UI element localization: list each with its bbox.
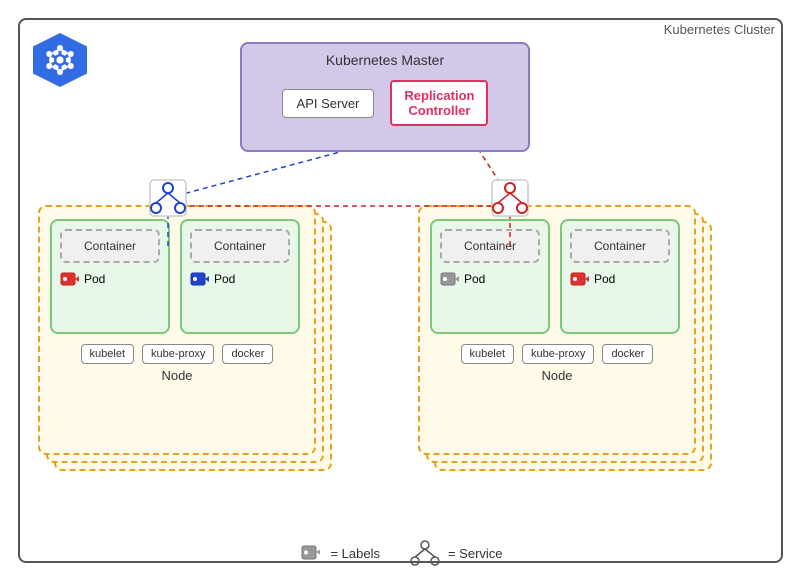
legend-labels-text: = Labels [330, 546, 380, 561]
gray-tag-icon [440, 271, 460, 287]
master-title: Kubernetes Master [242, 44, 528, 68]
right-container-1: Container [440, 229, 540, 263]
legend-labels: = Labels [300, 544, 380, 562]
right-container-2: Container [570, 229, 670, 263]
left-pods-row: Container Pod Conta [50, 219, 304, 334]
left-nodes: Container Pod Conta [38, 205, 348, 485]
legend: = Labels = Service [300, 540, 502, 566]
left-pod-label-2: Pod [190, 271, 290, 287]
left-node-content: Container Pod Conta [38, 205, 316, 455]
left-node-stack: Container Pod Conta [38, 205, 328, 470]
left-container-2: Container [190, 229, 290, 263]
right-services-row: kubelet kube-proxy docker [430, 344, 684, 364]
left-pod-2: Container Pod [180, 219, 300, 334]
legend-service-text: = Service [448, 546, 503, 561]
left-service-icon [148, 178, 188, 221]
right-node-label: Node [430, 368, 684, 383]
right-kube-proxy: kube-proxy [522, 344, 594, 364]
right-nodes: Container Pod Container [418, 205, 748, 485]
legend-service: = Service [410, 540, 503, 566]
left-node-label: Node [50, 368, 304, 383]
left-pod-1: Container Pod [50, 219, 170, 334]
left-docker: docker [222, 344, 273, 364]
api-server-box: API Server [282, 89, 375, 118]
blue-tag-icon [190, 271, 210, 287]
right-kubelet: kubelet [461, 344, 514, 364]
legend-tag-icon [300, 544, 322, 562]
right-pod-2: Container Pod [560, 219, 680, 334]
right-node-stack: Container Pod Container [418, 205, 713, 470]
legend-service-icon [410, 540, 440, 566]
left-pod-label-1: Pod [60, 271, 160, 287]
left-kubelet: kubelet [81, 344, 134, 364]
right-node-content: Container Pod Container [418, 205, 696, 455]
left-container-1: Container [60, 229, 160, 263]
right-pods-row: Container Pod Container [430, 219, 684, 334]
diagram-container: Kubernetes Cluster Kubernetes Master [0, 0, 803, 588]
master-box: Kubernetes Master API Server Replication… [240, 42, 530, 152]
left-kube-proxy: kube-proxy [142, 344, 214, 364]
left-services-row: kubelet kube-proxy docker [50, 344, 304, 364]
replication-controller-box: ReplicationController [390, 80, 488, 126]
red-tag-icon [60, 271, 80, 287]
right-docker: docker [602, 344, 653, 364]
right-pod-1: Container Pod [430, 219, 550, 334]
cluster-label: Kubernetes Cluster [664, 22, 775, 37]
right-red-tag-icon [570, 271, 590, 287]
right-pod-label-1: Pod [440, 271, 540, 287]
right-service-icon [490, 178, 530, 221]
right-pod-label-2: Pod [570, 271, 670, 287]
kubernetes-logo [30, 30, 90, 90]
